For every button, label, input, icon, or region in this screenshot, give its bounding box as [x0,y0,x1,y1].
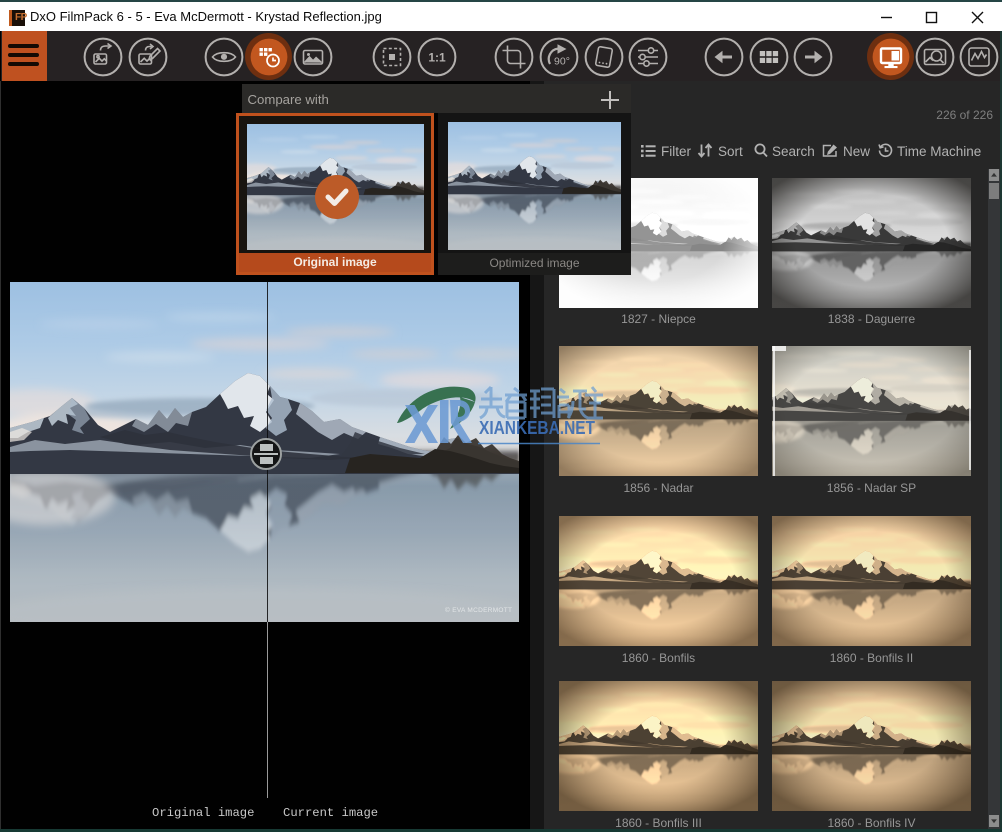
svg-text:XIANKEBA.NET: XIANKEBA.NET [479,418,595,438]
svg-text:1:1: 1:1 [428,51,446,65]
svg-text:90°: 90° [554,56,570,68]
